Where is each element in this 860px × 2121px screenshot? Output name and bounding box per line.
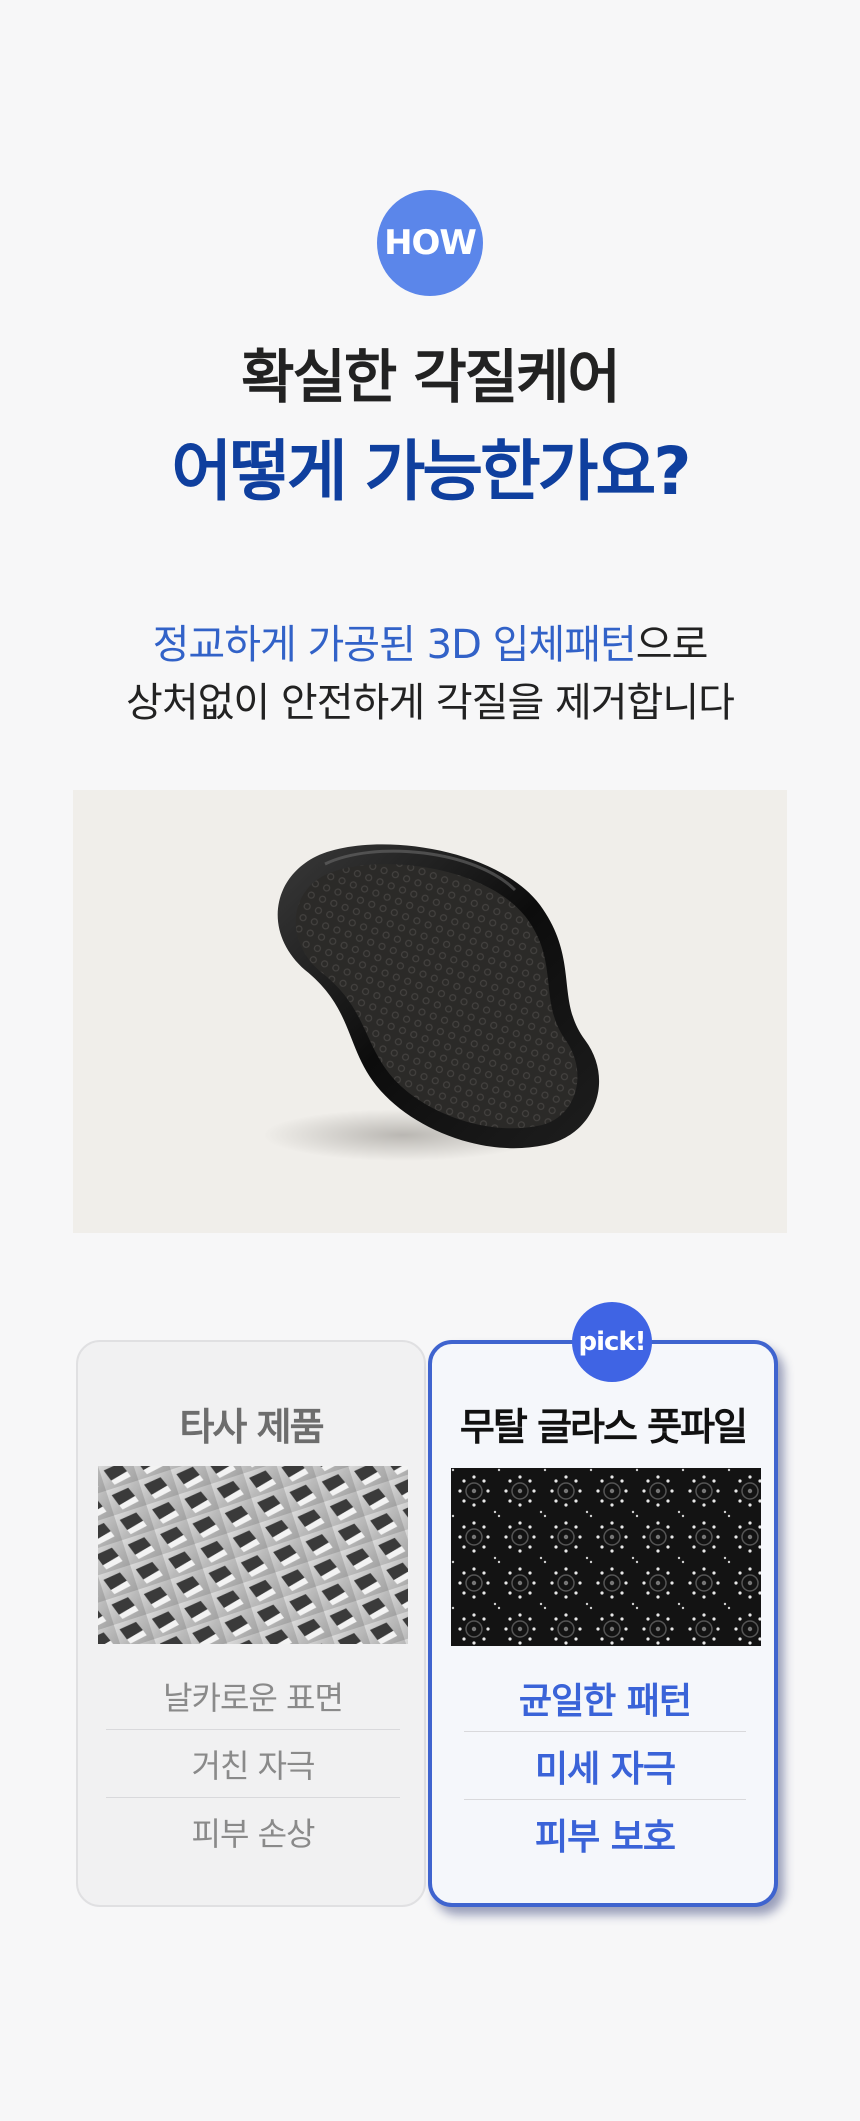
- glass-pattern-texture: [451, 1468, 761, 1646]
- feature-item: 미세 자극: [464, 1732, 746, 1800]
- feature-item: 피부 손상: [191, 1815, 316, 1853]
- comparison-card-mutal: 무탈 글라스 풋파일 균일한 패턴 미세 자극 피부 보호: [428, 1340, 778, 1907]
- product-image: [73, 790, 787, 1233]
- feature-item: 균일한 패턴: [464, 1664, 746, 1732]
- pick-badge: pick!: [572, 1302, 652, 1382]
- how-badge: HOW: [377, 190, 483, 296]
- other-texture-image: [98, 1466, 408, 1644]
- metal-grater-texture: [98, 1466, 408, 1644]
- subtitle-highlight: 정교하게 가공된 3D 입체패턴: [152, 622, 637, 668]
- mutal-texture-image: [451, 1468, 761, 1646]
- how-badge-label: HOW: [384, 223, 477, 263]
- foot-file-illustration: [263, 844, 600, 1161]
- comparison-card-other: 타사 제품 날카로운 표면 거친 자극 피부 손상: [76, 1340, 426, 1907]
- feature-item: 거친 자극: [106, 1730, 400, 1798]
- feature-item: 피부 보호: [534, 1817, 676, 1858]
- feature-item: 날카로운 표면: [106, 1662, 400, 1730]
- card-title-mutal: 무탈 글라스 풋파일: [459, 1405, 748, 1449]
- pick-badge-label: pick!: [578, 1327, 646, 1357]
- feature-list-mutal: 균일한 패턴 미세 자극 피부 보호: [464, 1664, 746, 1868]
- headline-line2: 어떻게 가능한가요?: [171, 433, 691, 510]
- feature-list-other: 날카로운 표면 거친 자극 피부 손상: [106, 1662, 400, 1866]
- subtitle-line2: 상처없이 안전하게 각질을 제거합니다: [126, 680, 735, 726]
- card-title-other: 타사 제품: [179, 1405, 324, 1449]
- subtitle-line1-rest: 으로: [635, 622, 709, 668]
- subtitle-line1: 정교하게 가공된 3D 입체패턴으로: [0, 612, 860, 670]
- headline-line1: 확실한 각질케어: [241, 343, 621, 411]
